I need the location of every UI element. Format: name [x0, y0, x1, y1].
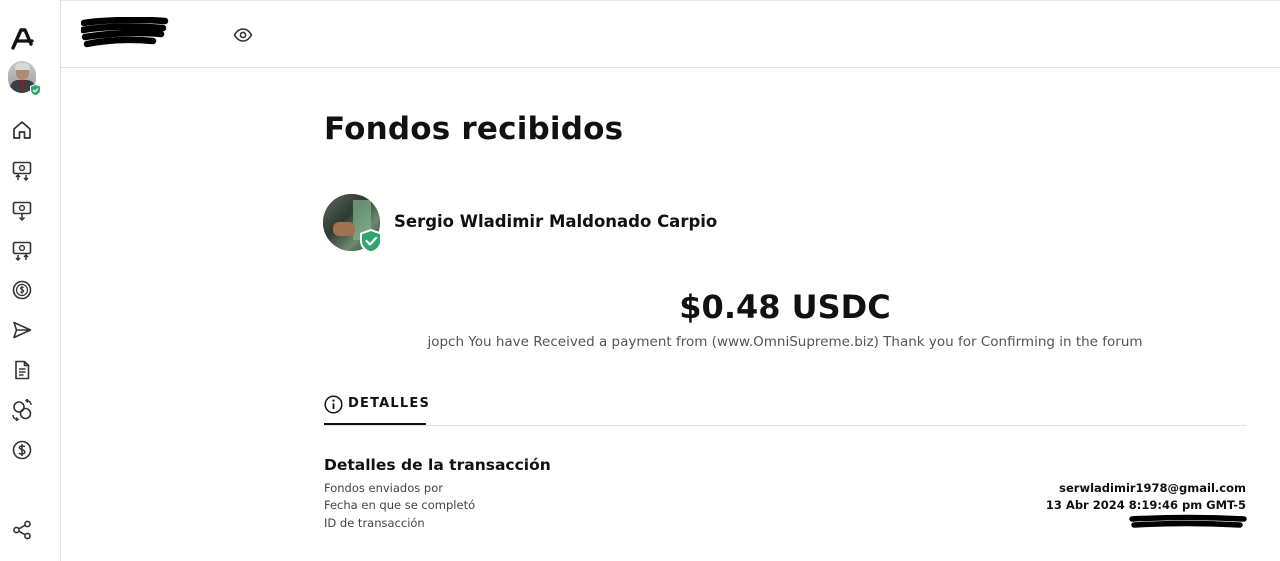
home-icon[interactable] — [11, 119, 33, 141]
payment-memo: jopch You have Received a payment from (… — [427, 334, 1143, 350]
verified-shield-icon — [360, 229, 382, 253]
transaction-id-label: ID de transacción — [324, 516, 425, 530]
redacted-transaction-id — [1129, 514, 1247, 528]
page-title: Fondos recibidos — [324, 111, 624, 147]
document-icon[interactable] — [11, 359, 33, 381]
completed-date-label: Fecha en que se completó — [324, 498, 476, 512]
eye-icon[interactable] — [233, 27, 253, 43]
app-logo-icon[interactable] — [10, 26, 36, 50]
deposit-icon[interactable] — [11, 159, 33, 181]
transaction-details-title: Detalles de la transacción — [324, 456, 551, 474]
sent-by-label: Fondos enviados por — [324, 481, 443, 495]
tab-details[interactable]: DETALLES — [324, 394, 429, 426]
received-amount: $0.48 USDC — [679, 288, 891, 326]
tab-details-label: DETALLES — [348, 396, 431, 411]
exchange-icon[interactable] — [11, 399, 33, 421]
sidebar — [0, 0, 61, 561]
tab-divider — [324, 425, 1246, 426]
top-bar — [61, 0, 1280, 68]
redacted-username — [81, 17, 169, 48]
withdraw-icon[interactable] — [11, 199, 33, 221]
sender-email: serwladimir1978@gmail.com — [1059, 481, 1246, 495]
transfer-icon[interactable] — [11, 239, 33, 261]
dollar-icon[interactable] — [11, 439, 33, 461]
info-icon — [324, 395, 343, 414]
verified-shield-icon — [30, 84, 41, 96]
share-icon[interactable] — [11, 519, 33, 541]
sender-name: Sergio Wladimir Maldonado Carpio — [394, 212, 718, 231]
completed-date: 13 Abr 2024 8:19:46 pm GMT-5 — [1045, 498, 1246, 512]
